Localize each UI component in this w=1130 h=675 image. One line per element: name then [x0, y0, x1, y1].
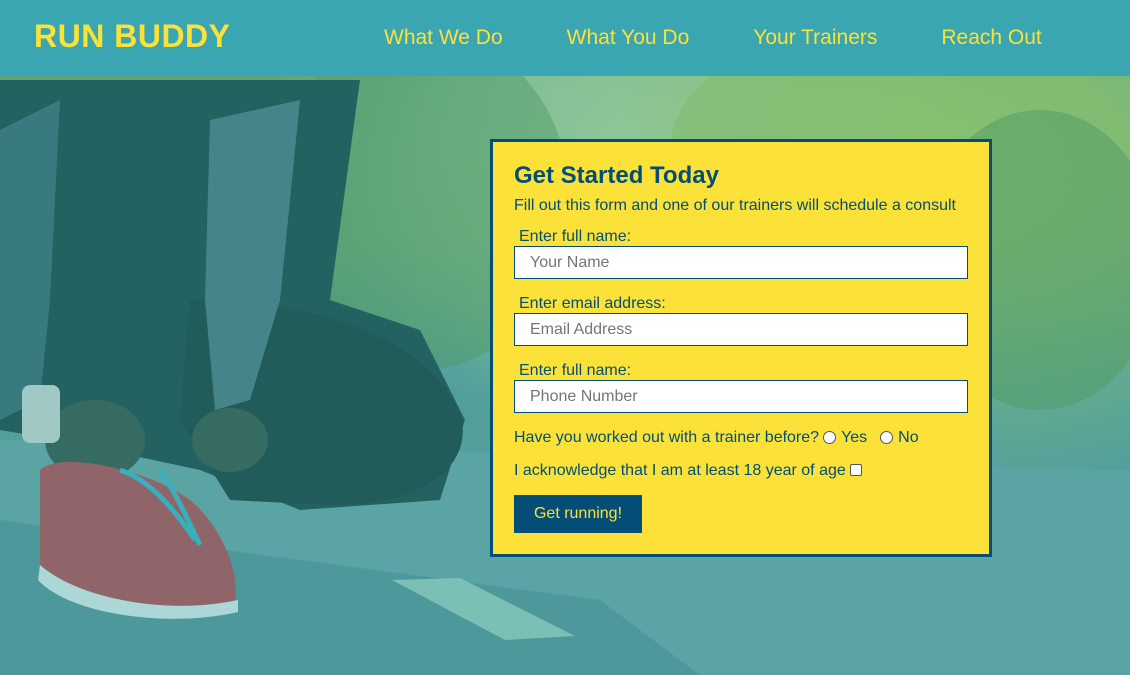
form-subtitle: Fill out this form and one of our traine…	[514, 197, 956, 214]
signup-form-card: Get Started Today Fill out this form and…	[490, 139, 992, 557]
form-title: Get Started Today	[514, 162, 719, 189]
nav-item-reach-out: Reach Out	[941, 26, 1041, 50]
nav-item-your-trainers: Your Trainers	[753, 26, 877, 50]
phone-field-label: Enter full name:	[519, 362, 632, 379]
phone-input[interactable]	[514, 380, 968, 413]
site-header: RUN BUDDY What We Do What You Do Your Tr…	[0, 0, 1130, 76]
radio-no-label: No	[898, 429, 919, 446]
radio-yes-label: Yes	[841, 429, 868, 446]
nav-link-reach-out[interactable]: Reach Out	[941, 26, 1041, 49]
nav-link-your-trainers[interactable]: Your Trainers	[753, 26, 877, 49]
name-input[interactable]	[514, 246, 968, 279]
nav-link-what-you-do[interactable]: What You Do	[567, 26, 690, 49]
radio-no[interactable]	[880, 430, 894, 444]
age-acknowledge-checkbox[interactable]	[849, 464, 862, 476]
name-field-label: Enter full name:	[519, 228, 632, 245]
age-acknowledge-row: I acknowledge that I am at least 18 year…	[514, 462, 862, 480]
get-running-button[interactable]: Get running!	[514, 495, 642, 533]
email-field-label: Enter email address:	[519, 295, 666, 312]
nav-link-what-we-do[interactable]: What We Do	[384, 26, 503, 49]
nav-item-what-we-do: What We Do	[384, 26, 503, 50]
main-nav: What We Do What You Do Your Trainers Rea…	[384, 26, 1042, 50]
trainer-question-row: Have you worked out with a trainer befor…	[514, 429, 928, 447]
email-input[interactable]	[514, 313, 968, 346]
brand-logo[interactable]: RUN BUDDY	[34, 18, 231, 55]
trainer-question-text: Have you worked out with a trainer befor…	[514, 429, 820, 446]
nav-item-what-you-do: What You Do	[567, 26, 690, 50]
radio-yes[interactable]	[823, 430, 837, 444]
age-acknowledge-text: I acknowledge that I am at least 18 year…	[514, 462, 846, 479]
